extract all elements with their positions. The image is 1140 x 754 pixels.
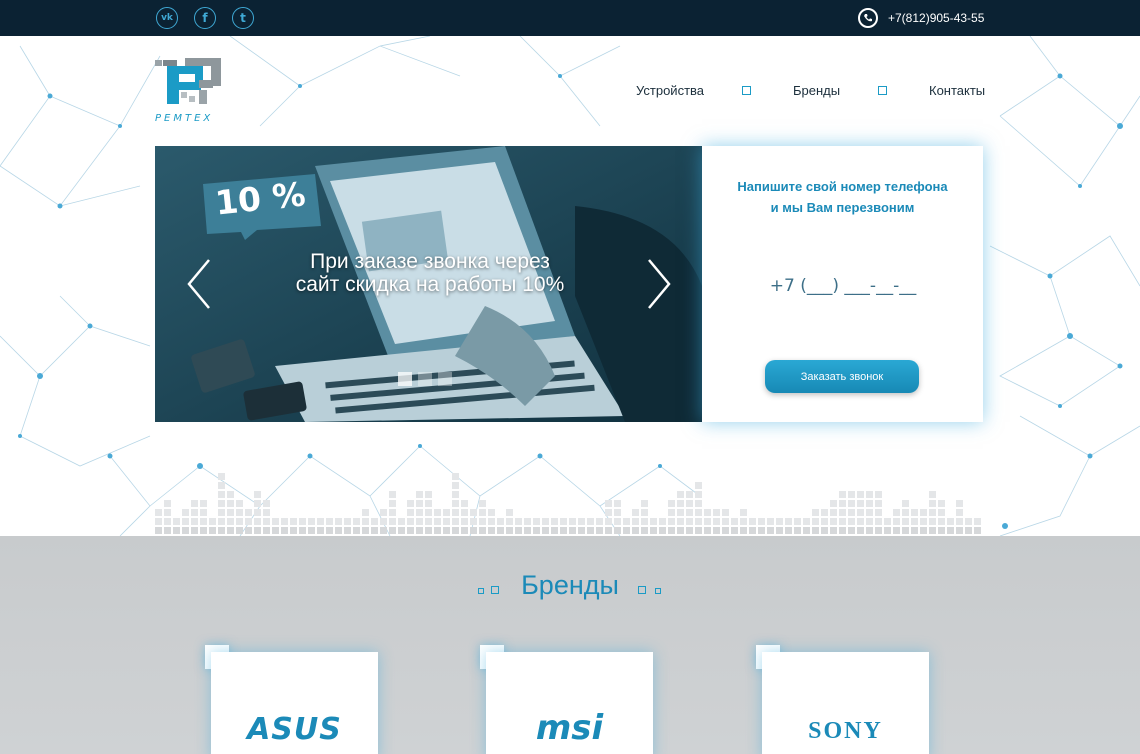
chevron-right-icon[interactable]: [643, 256, 675, 312]
callback-form: Напишите свой номер телефона и мы Вам пе…: [702, 146, 983, 422]
square-icon: [638, 586, 646, 594]
header-phone[interactable]: +7(812)905-43-55: [858, 7, 984, 29]
nav-item-brands[interactable]: Бренды: [793, 83, 840, 98]
brand-card-sony[interactable]: SONY: [762, 652, 929, 754]
nav-separator-icon: [878, 86, 887, 95]
square-icon: [655, 588, 661, 594]
slider-dot[interactable]: [438, 372, 452, 386]
twitter-icon[interactable]: t: [232, 7, 254, 29]
brand-logo-sony: SONY: [808, 718, 883, 744]
brands-section: Бренды ASUS msi SONY: [0, 536, 1140, 754]
slider-dots: [398, 372, 452, 386]
chevron-left-icon[interactable]: [183, 256, 215, 312]
callback-title-line1: Напишите свой номер телефона: [737, 179, 948, 194]
vk-icon[interactable]: vk: [156, 7, 178, 29]
brands-title: Бренды: [521, 570, 619, 600]
brand-logo-asus: ASUS: [247, 712, 342, 747]
nav-separator-icon: [742, 86, 751, 95]
nav-item-contacts[interactable]: Контакты: [929, 83, 985, 98]
nav-item-devices[interactable]: Устройства: [636, 83, 704, 98]
brand-card-asus[interactable]: ASUS: [211, 652, 378, 754]
phone-icon: [858, 8, 878, 28]
order-call-button[interactable]: Заказать звонок: [765, 360, 919, 393]
callback-title-line2: и мы Вам перезвоним: [770, 200, 915, 215]
slide-caption: При заказе звонка через сайт скидка на р…: [295, 250, 565, 296]
promo-slider[interactable]: 10 % При заказе звонка через сайт скидка…: [155, 146, 702, 422]
slider-dot[interactable]: [418, 372, 432, 386]
top-bar: vk f t +7(812)905-43-55: [0, 0, 1140, 36]
logo-text: РЕМТЕХ: [155, 113, 214, 124]
phone-number[interactable]: +7(812)905-43-55: [888, 11, 984, 25]
brand-card-msi[interactable]: msi: [486, 652, 653, 754]
slider-dot[interactable]: [398, 372, 412, 386]
phone-input[interactable]: [732, 276, 954, 296]
brand-logo-msi: msi: [535, 708, 604, 748]
pixel-equalizer-decoration: [155, 473, 981, 534]
callback-title: Напишите свой номер телефона и мы Вам пе…: [702, 176, 983, 218]
facebook-icon[interactable]: f: [194, 7, 216, 29]
